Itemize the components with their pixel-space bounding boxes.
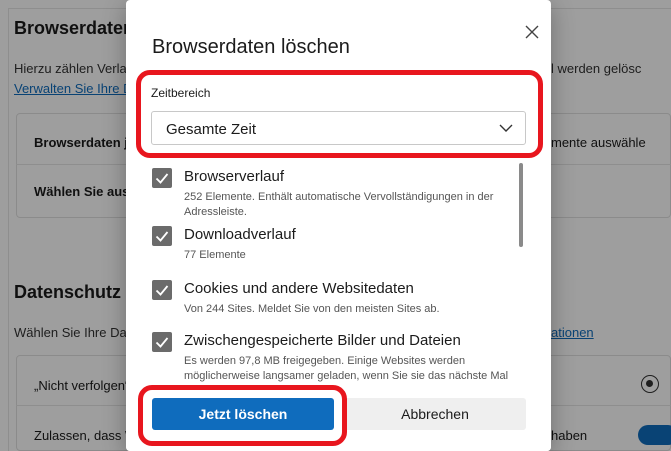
close-icon	[525, 25, 539, 39]
scrollbar-thumb[interactable]	[519, 163, 523, 247]
item-description: Von 244 Sites. Meldet Sie von den meiste…	[184, 303, 440, 315]
checkbox-checked-icon[interactable]	[152, 226, 172, 246]
time-range-value: Gesamte Zeit	[166, 121, 257, 138]
dialog-footer: Jetzt löschen Abbrechen	[126, 386, 551, 451]
clear-browsing-data-dialog: Browserdaten löschen Zeitbereich Gesamte…	[126, 0, 551, 451]
item-label: Cookies und andere Websitedaten	[184, 280, 414, 297]
checkbox-checked-icon[interactable]	[152, 168, 172, 188]
item-description: 252 Elemente. Enthält automatische Vervo…	[184, 191, 494, 218]
close-button[interactable]	[522, 22, 542, 42]
item-label: Downloadverlauf	[184, 226, 296, 243]
item-label: Zwischengespeicherte Bilder und Dateien	[184, 332, 461, 349]
checkbox-checked-icon[interactable]	[152, 280, 172, 300]
time-range-select[interactable]: Gesamte Zeit	[151, 111, 526, 145]
item-description: Es werden 97,8 MB freigegeben. Einige We…	[184, 355, 509, 386]
item-label: Browserverlauf	[184, 168, 285, 185]
checkbox-checked-icon[interactable]	[152, 332, 172, 352]
cancel-button[interactable]: Abbrechen	[344, 398, 526, 430]
time-range-label: Zeitbereich	[151, 86, 211, 100]
data-type-list[interactable]: Browserverlauf 252 Elemente. Enthält aut…	[126, 160, 536, 386]
item-description: 77 Elemente	[184, 249, 246, 261]
chevron-down-icon	[499, 124, 513, 132]
clear-now-button[interactable]: Jetzt löschen	[152, 398, 334, 430]
dialog-title: Browserdaten löschen	[152, 36, 350, 58]
